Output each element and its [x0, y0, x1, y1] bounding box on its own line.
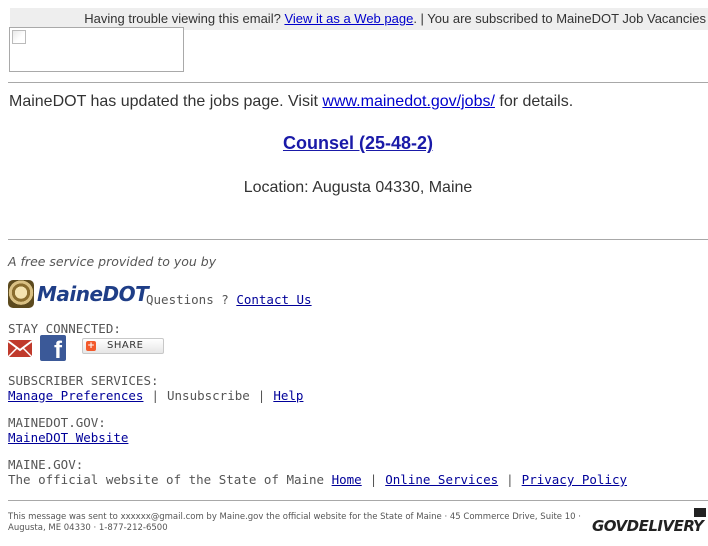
envelope-icon [694, 508, 706, 517]
share-plus-icon: + [86, 341, 96, 351]
update-prefix-text: MaineDOT has updated the jobs page. Visi… [9, 93, 323, 110]
help-link[interactable]: Help [273, 388, 303, 403]
questions-line: Questions ? Contact Us [146, 292, 312, 307]
maine-gov-links: The official website of the State of Mai… [8, 472, 627, 487]
update-suffix-text: for details. [494, 93, 574, 110]
jobs-page-link[interactable]: www.mainedot.gov/jobs/ [322, 93, 495, 110]
subscriber-services-label: SUBSCRIBER SERVICES: [8, 373, 159, 388]
share-button[interactable]: + SHARE [82, 338, 164, 354]
mainedot-website-line: MaineDOT Website [8, 430, 128, 445]
fine-print: This message was sent to xxxxxx@gmail.co… [8, 512, 581, 533]
stay-connected-label: STAY CONNECTED: [8, 321, 121, 336]
govdelivery-logo[interactable]: GOVDELIVERY [592, 508, 706, 540]
job-location: Location: Augusta 04330, Maine [243, 179, 473, 196]
header-banner-image [9, 27, 184, 72]
separator: | [506, 472, 514, 487]
divider-bottom [8, 500, 708, 501]
mainedot-seal-icon [8, 280, 34, 308]
job-title: Counsel (25-48-2) [0, 133, 708, 154]
separator: | [151, 388, 159, 403]
mainedot-wordmark: MaineDOT [37, 282, 149, 306]
contact-us-link[interactable]: Contact Us [236, 292, 311, 307]
share-label: SHARE [107, 340, 144, 351]
trouble-viewing-text: Having trouble viewing this email? [84, 11, 281, 26]
update-message: MaineDOT has updated the jobs page. Visi… [9, 93, 573, 111]
email-icon[interactable] [8, 337, 32, 359]
govdelivery-wordmark: GOVDELIVERY [592, 517, 704, 535]
divider-top [8, 82, 708, 83]
mainedot-website-link[interactable]: MaineDOT Website [8, 430, 128, 445]
mainedot-logo[interactable]: MaineDOT [8, 280, 149, 310]
official-website-text: The official website of the State of Mai… [8, 472, 325, 487]
mainedot-gov-label: MAINEDOT.GOV: [8, 415, 106, 430]
subscriber-services-links: Manage Preferences | Unsubscribe | Help [8, 388, 303, 403]
privacy-policy-link[interactable]: Privacy Policy [522, 472, 627, 487]
free-service-text: A free service provided to you by [8, 254, 217, 269]
home-link[interactable]: Home [332, 472, 362, 487]
unsubscribe-text[interactable]: Unsubscribe [167, 388, 250, 403]
separator: | [257, 388, 266, 403]
broken-image-icon [12, 30, 26, 44]
online-services-link[interactable]: Online Services [385, 472, 498, 487]
manage-preferences-link[interactable]: Manage Preferences [8, 388, 143, 403]
maine-gov-label: MAINE.GOV: [8, 457, 84, 472]
subscribed-text: . | You are subscribed to MaineDOT Job V… [413, 11, 706, 26]
job-title-link[interactable]: Counsel (25-48-2) [283, 133, 433, 153]
questions-text: Questions ? [146, 292, 229, 307]
facebook-icon[interactable]: f [40, 335, 66, 364]
view-as-web-page-link[interactable]: View it as a Web page [284, 11, 413, 26]
divider-middle [8, 239, 708, 240]
separator: | [369, 472, 378, 487]
